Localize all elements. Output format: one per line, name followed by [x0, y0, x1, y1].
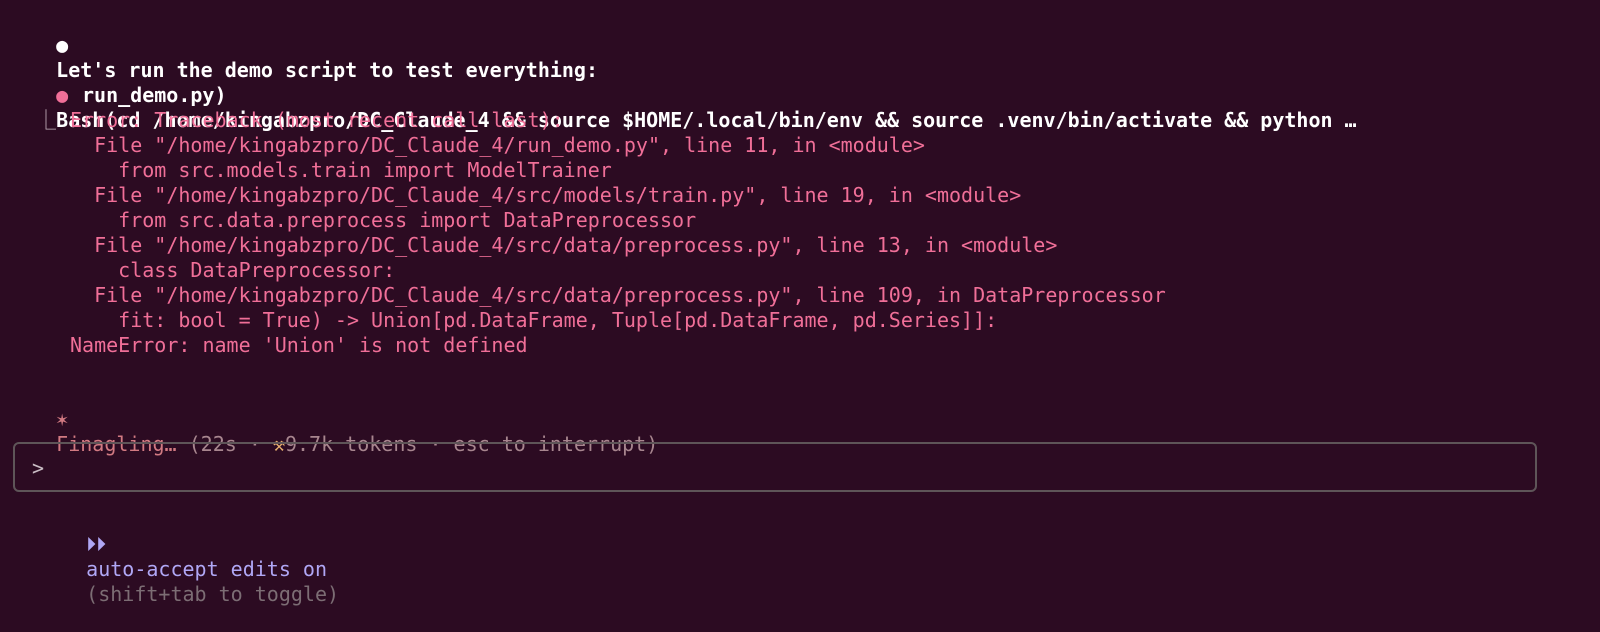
error-line: File "/home/kingabzpro/DC_Claude_4/src/d…: [70, 283, 1166, 307]
mode-label: auto-accept edits on: [86, 557, 327, 581]
mode-indicator[interactable]: ⏵⏵ auto-accept edits on (shift+tab to to…: [38, 507, 339, 632]
error-line: from src.data.preprocess import DataPrep…: [70, 208, 697, 232]
terminal-window: ● Let's run the demo script to test ever…: [0, 0, 1600, 606]
double-play-icon: ⏵⏵: [86, 532, 107, 556]
prompt-symbol: >: [32, 456, 45, 480]
mode-hint: (shift+tab to toggle): [86, 582, 340, 606]
error-line: File "/home/kingabzpro/DC_Claude_4/run_d…: [70, 133, 925, 157]
error-line: class DataPreprocessor:: [70, 258, 396, 282]
spinner-icon: ✶: [56, 407, 69, 431]
error-line: from src.models.train import ModelTraine…: [70, 158, 612, 182]
error-line: Error: Traceback (most recent call last)…: [70, 108, 564, 132]
error-line: File "/home/kingabzpro/DC_Claude_4/src/m…: [70, 183, 1022, 207]
tool-call-line-2: run_demo.py): [82, 83, 227, 107]
prompt-input-box[interactable]: [13, 442, 1537, 492]
error-line: NameError: name 'Union' is not defined: [70, 333, 528, 357]
tool-bullet-icon: ●: [56, 83, 69, 107]
message-bullet-icon: ●: [56, 33, 69, 57]
error-line: fit: bool = True) -> Union[pd.DataFrame,…: [70, 308, 998, 332]
error-line: File "/home/kingabzpro/DC_Claude_4/src/d…: [70, 233, 1058, 257]
result-elbow-icon: ⎿: [36, 108, 56, 132]
